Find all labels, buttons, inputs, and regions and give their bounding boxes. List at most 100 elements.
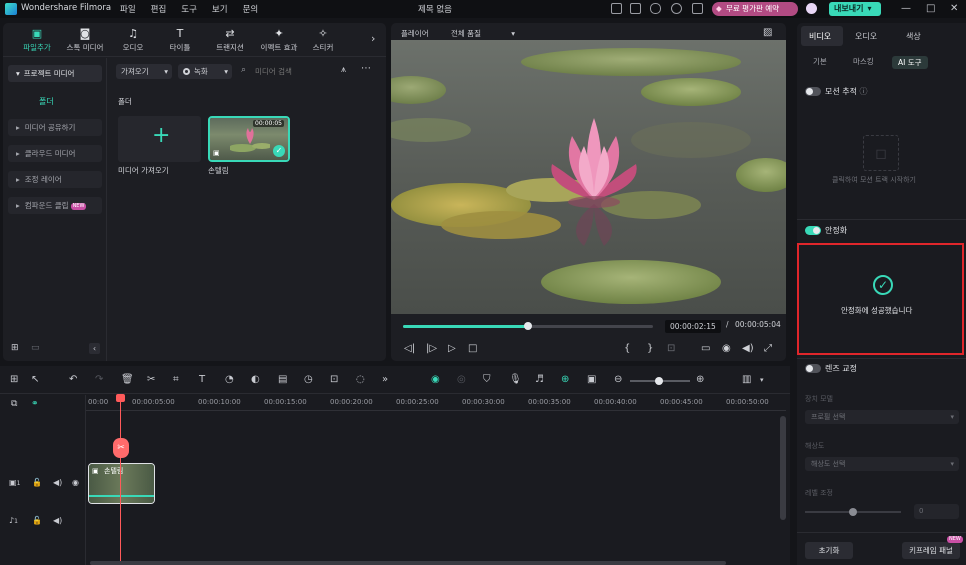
folder-icon[interactable]: ▭ — [31, 343, 40, 353]
stop-icon[interactable]: □ — [468, 343, 477, 354]
tab-titles[interactable]: T 타이틀 — [162, 27, 198, 53]
delete-icon[interactable]: 🗑 — [121, 374, 134, 385]
timeline-horizontal-scrollbar[interactable] — [90, 561, 726, 565]
scissors-icon[interactable]: ✂ — [147, 374, 155, 385]
reset-button[interactable]: 초기화 — [805, 542, 853, 559]
render-preview-icon[interactable]: ◉ — [431, 374, 440, 385]
tab-audio[interactable]: ♫ 오디오 — [115, 27, 151, 53]
subtab-masking[interactable]: 마스킹 — [853, 56, 874, 67]
record-dropdown[interactable]: 녹화 ▾ — [178, 64, 232, 79]
music-icon[interactable]: ♬ — [535, 374, 544, 385]
shield-icon[interactable]: ⛉ — [483, 374, 491, 385]
new-folder-icon[interactable]: ⊞ — [11, 343, 19, 353]
scrubber-handle[interactable] — [524, 322, 532, 330]
sidebar-folder[interactable]: 폴더 — [39, 96, 54, 107]
zoom-in-icon[interactable]: ⊕ — [696, 374, 704, 385]
subtitle-icon[interactable]: ▣ — [587, 374, 596, 385]
tab-transitions[interactable]: ⇄ 트랜지션 — [207, 27, 253, 53]
timeline-vertical-scrollbar[interactable] — [780, 416, 786, 520]
stabilization-toggle[interactable] — [805, 226, 821, 235]
subtab-ai-tools[interactable]: AI 도구 — [892, 56, 928, 69]
minimize-icon[interactable]: — — [901, 3, 911, 14]
sidebar-project-media[interactable]: ▾ 프로젝트 미디어 — [8, 65, 102, 82]
close-icon[interactable]: ✕ — [950, 3, 958, 14]
import-media-tile[interactable]: + — [118, 116, 201, 162]
menu-file[interactable]: 파일 — [120, 3, 136, 15]
motion-tracking-toggle[interactable] — [805, 87, 821, 96]
mark-in-icon[interactable]: { — [624, 343, 630, 354]
tab-effects[interactable]: ✦ 이펙트 효과 — [255, 27, 303, 53]
headset-icon[interactable] — [671, 3, 682, 14]
avatar[interactable] — [806, 3, 817, 14]
current-timecode[interactable]: 00:00:02:15 — [665, 320, 721, 333]
sidebar-item-shared-media[interactable]: ▸ 미디어 공유하기 — [8, 119, 102, 136]
tab-video[interactable]: 비디오 — [809, 31, 831, 42]
fullscreen-icon[interactable]: ⤢ — [764, 343, 772, 354]
speaker-icon[interactable]: ◀) — [53, 478, 62, 487]
eye-icon[interactable]: ◉ — [72, 478, 79, 487]
menu-tools[interactable]: 도구 — [181, 3, 197, 15]
tab-stock-media[interactable]: ◙ 스톡 미디어 — [62, 27, 108, 53]
redo-icon[interactable]: ↷ — [95, 374, 103, 385]
lens-correction-toggle[interactable] — [805, 364, 821, 373]
sidebar-item-adjustment-layer[interactable]: ▸ 조정 레이어 — [8, 171, 102, 188]
menu-view[interactable]: 보기 — [212, 3, 228, 15]
tab-import[interactable]: ▣ 파일추가 — [17, 27, 57, 53]
maximize-icon[interactable]: □ — [926, 3, 935, 14]
menu-edit[interactable]: 편집 — [151, 3, 167, 15]
timeline-ruler[interactable]: 00:00 00:00:05:00 00:00:10:00 00:00:15:0… — [86, 395, 786, 411]
level-value-input[interactable]: 0 — [914, 504, 959, 519]
filter-icon[interactable]: ⩚ — [341, 65, 346, 75]
speed-icon[interactable]: ◔ — [225, 374, 234, 385]
play-icon[interactable]: ▷ — [448, 343, 456, 354]
ai-edit-icon[interactable]: ◌ — [356, 374, 365, 385]
track-layout-icon[interactable]: ▥ — [742, 374, 751, 385]
sidebar-item-compound-clip[interactable]: ▸ 컴파운드 클립 NEW — [8, 197, 102, 214]
green-screen-icon[interactable]: ▤ — [278, 374, 287, 385]
playback-scrubber[interactable] — [403, 322, 653, 330]
text-icon[interactable]: T — [199, 374, 205, 385]
tab-audio-props[interactable]: 오디오 — [855, 31, 877, 42]
speaker-icon[interactable]: ◀) — [53, 516, 62, 525]
chevron-right-icon[interactable]: › — [371, 32, 375, 45]
timer-icon[interactable]: ◷ — [304, 374, 313, 385]
save-icon[interactable] — [630, 3, 641, 14]
import-dropdown[interactable]: 가져오기 ▾ — [116, 64, 172, 79]
play-range-icon[interactable]: ◎ — [457, 374, 466, 385]
export-button[interactable]: 내보내기 ▾ — [829, 2, 881, 16]
playhead[interactable] — [120, 395, 121, 565]
device-model-dropdown[interactable]: 프로필 선택 ▾ — [805, 410, 959, 424]
layout-icon[interactable] — [611, 3, 622, 14]
video-preview[interactable] — [391, 40, 786, 314]
select-arrow-icon[interactable]: ↖ — [31, 374, 39, 385]
upgrade-button[interactable]: ◆ 무료 평가판 예약 — [712, 2, 798, 16]
subtab-basic[interactable]: 기본 — [813, 56, 827, 67]
camera-snapshot-icon[interactable]: ◉ — [722, 343, 731, 354]
monitor-icon[interactable]: ▭ — [701, 343, 710, 354]
resolution-dropdown[interactable]: 해상도 선택 ▾ — [805, 457, 959, 471]
keyframe-panel-button[interactable]: 키프레임 패널 — [902, 542, 960, 559]
split-marker-scissors-icon[interactable]: ✂ — [113, 438, 129, 458]
quality-dropdown[interactable]: 전체 품질 ▾ — [447, 27, 519, 40]
snapshot-image-icon[interactable]: ▨ — [763, 27, 772, 38]
tab-stickers[interactable]: ✧ 스티커 — [305, 27, 341, 53]
motion-track-target-icon[interactable]: ◻ — [863, 135, 899, 171]
search-input[interactable] — [255, 64, 335, 79]
prev-frame-icon[interactable]: ◁| — [404, 343, 415, 354]
sidebar-item-cloud-media[interactable]: ▸ 클라우드 미디어 — [8, 145, 102, 162]
zoom-slider-handle[interactable] — [655, 377, 663, 385]
notification-icon[interactable] — [692, 3, 703, 14]
collapse-sidebar-icon[interactable]: ‹ — [89, 343, 100, 354]
color-palette-icon[interactable]: ◐ — [251, 374, 260, 385]
level-slider-handle[interactable] — [849, 508, 857, 516]
microphone-icon[interactable]: 🎙 — [509, 374, 522, 385]
grid-layout-icon[interactable]: ⊞ — [10, 374, 18, 385]
snap-icon[interactable]: ⊕ — [561, 374, 569, 385]
fit-frame-icon[interactable]: ⊡ — [330, 374, 338, 385]
tab-color[interactable]: 색상 — [906, 31, 921, 42]
more-tools-icon[interactable]: » — [382, 374, 388, 385]
next-frame-icon[interactable]: |▷ — [426, 343, 437, 354]
media-clip-thumbnail[interactable]: 00:00:05 ▣ ✓ — [208, 116, 290, 162]
menu-help[interactable]: 문의 — [243, 3, 259, 15]
volume-icon[interactable]: ◀) — [742, 343, 754, 354]
